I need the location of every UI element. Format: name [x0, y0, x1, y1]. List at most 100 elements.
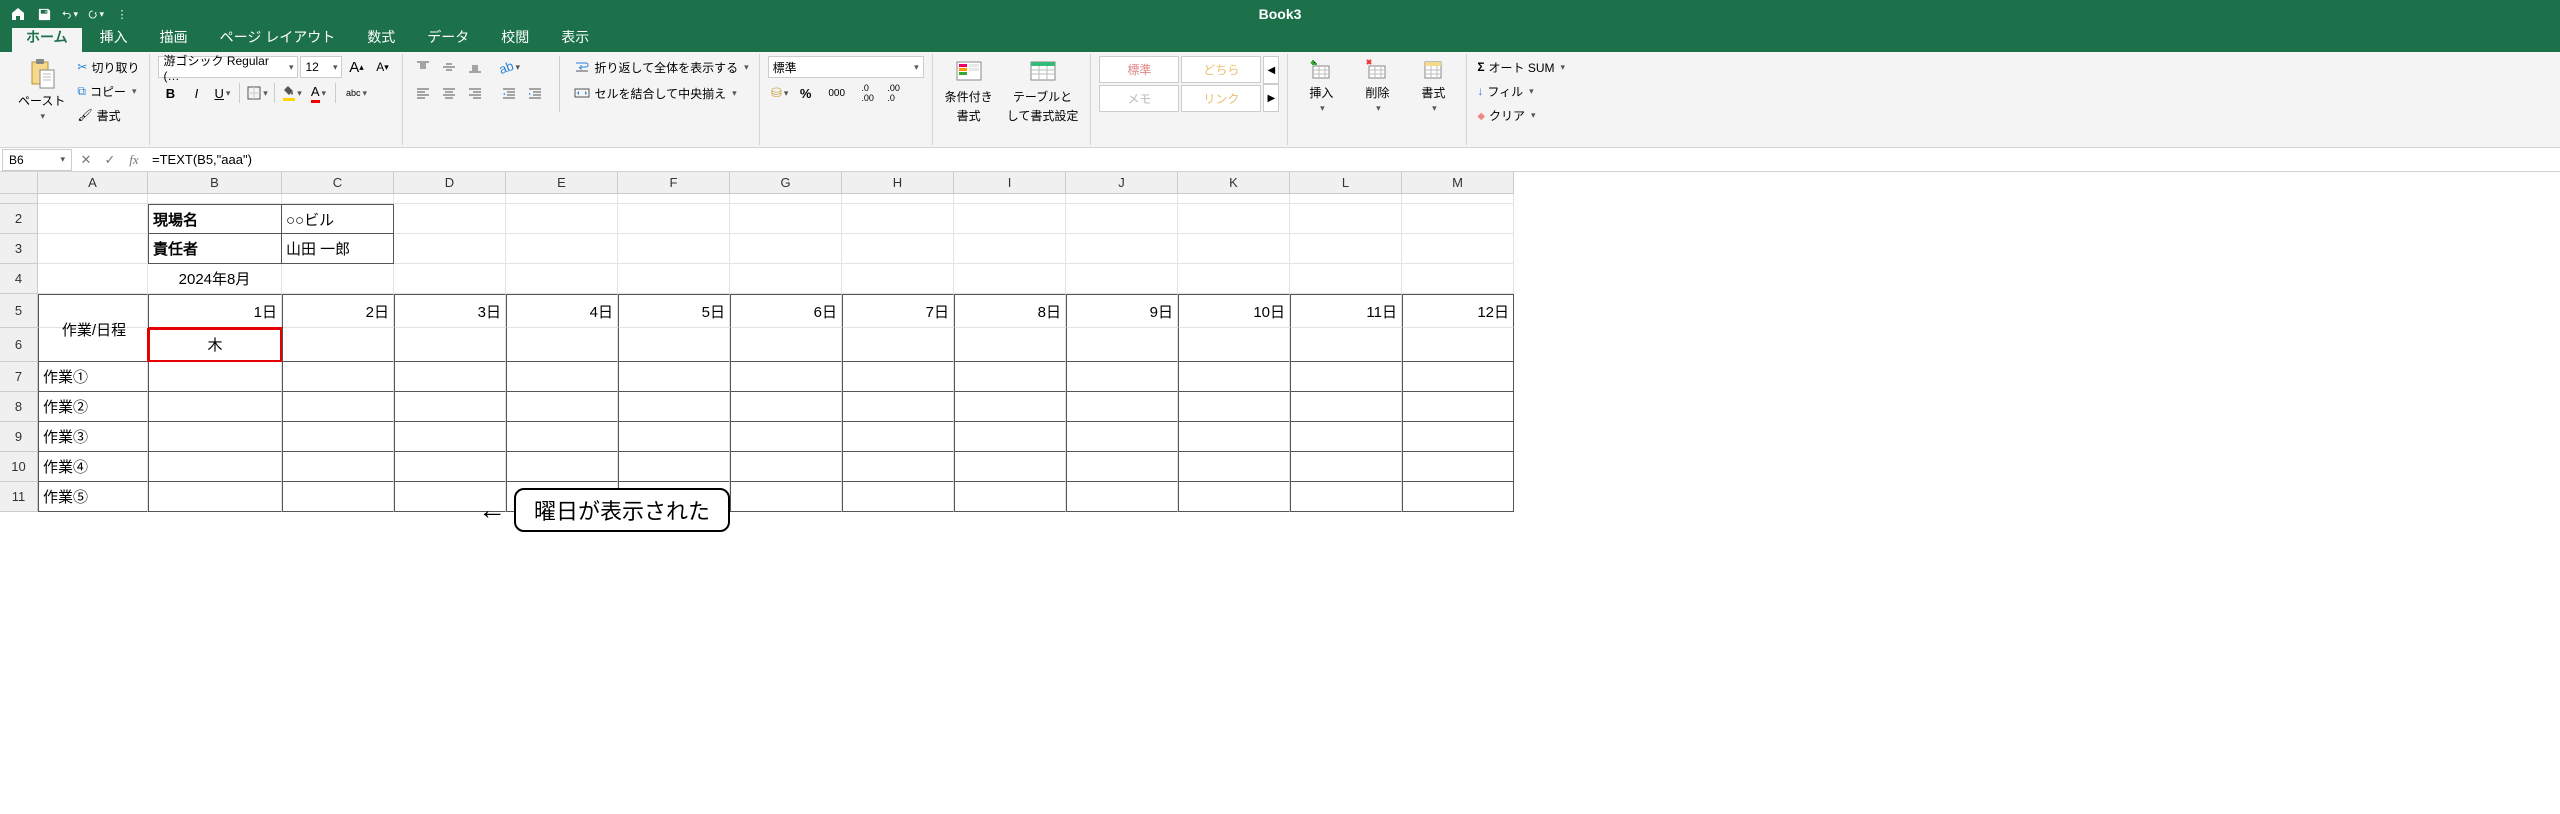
cell-B5[interactable]: 1日: [148, 294, 282, 328]
cell-L10[interactable]: [1290, 452, 1402, 482]
cell-D10[interactable]: [394, 452, 506, 482]
cell-I8[interactable]: [954, 392, 1066, 422]
cell-J2[interactable]: [1066, 204, 1178, 234]
cell-B7[interactable]: [148, 362, 282, 392]
italic-button[interactable]: I: [184, 82, 208, 104]
cell-A1[interactable]: [38, 194, 148, 204]
row-header-10[interactable]: 10: [0, 452, 38, 482]
cell-M6[interactable]: [1402, 328, 1514, 362]
cell-L5[interactable]: 11日: [1290, 294, 1402, 328]
col-header-B[interactable]: B: [148, 172, 282, 194]
comma-button[interactable]: 000: [820, 82, 854, 104]
format-painter-button[interactable]: 書式: [75, 104, 141, 126]
merge-center-button[interactable]: セルを結合して中央揃え▾: [572, 82, 750, 104]
cell-D3[interactable]: [394, 234, 506, 264]
cell-M7[interactable]: [1402, 362, 1514, 392]
cell-L7[interactable]: [1290, 362, 1402, 392]
cell-G1[interactable]: [730, 194, 842, 204]
align-left-button[interactable]: [411, 82, 435, 104]
cell-H1[interactable]: [842, 194, 954, 204]
home-icon[interactable]: [10, 6, 26, 22]
cell-K1[interactable]: [1178, 194, 1290, 204]
cell-D2[interactable]: [394, 204, 506, 234]
cell-D7[interactable]: [394, 362, 506, 392]
phonetic-button[interactable]: abc▾: [341, 82, 371, 104]
cell-C8[interactable]: [282, 392, 394, 422]
orientation-button[interactable]: ab▾: [497, 56, 521, 78]
cell-G4[interactable]: [730, 264, 842, 294]
cell-B8[interactable]: [148, 392, 282, 422]
cell-J7[interactable]: [1066, 362, 1178, 392]
copy-button[interactable]: コピー▾: [75, 80, 141, 102]
cell-I9[interactable]: [954, 422, 1066, 452]
cell-H11[interactable]: [842, 482, 954, 512]
cell-F9[interactable]: [618, 422, 730, 452]
font-size-select[interactable]: 12▾: [300, 56, 342, 78]
col-header-A[interactable]: A: [38, 172, 148, 194]
fx-button[interactable]: fx: [122, 149, 146, 171]
cell-E7[interactable]: [506, 362, 618, 392]
cell-D5[interactable]: 3日: [394, 294, 506, 328]
style-link[interactable]: リンク: [1181, 85, 1261, 112]
select-all-corner[interactable]: [0, 172, 38, 194]
font-color-button[interactable]: A▾: [306, 82, 330, 104]
cell-L3[interactable]: [1290, 234, 1402, 264]
number-format-select[interactable]: 標準▾: [768, 56, 924, 78]
cell-M8[interactable]: [1402, 392, 1514, 422]
cell-I11[interactable]: [954, 482, 1066, 512]
cell-A3[interactable]: [38, 234, 148, 264]
cell-B9[interactable]: [148, 422, 282, 452]
cell-E4[interactable]: [506, 264, 618, 294]
cell-C11[interactable]: [282, 482, 394, 512]
cell-L4[interactable]: [1290, 264, 1402, 294]
cell-M11[interactable]: [1402, 482, 1514, 512]
cell-H3[interactable]: [842, 234, 954, 264]
cell-C10[interactable]: [282, 452, 394, 482]
cell-M4[interactable]: [1402, 264, 1514, 294]
cell-C9[interactable]: [282, 422, 394, 452]
cell-K5[interactable]: 10日: [1178, 294, 1290, 328]
row-header-3[interactable]: 3: [0, 234, 38, 264]
conditional-format-button[interactable]: 条件付き 書式: [941, 56, 997, 126]
cell-L8[interactable]: [1290, 392, 1402, 422]
borders-button[interactable]: ▾: [245, 82, 269, 104]
insert-cells-button[interactable]: 挿入▾: [1296, 56, 1346, 116]
cell-L6[interactable]: [1290, 328, 1402, 362]
cell-M1[interactable]: [1402, 194, 1514, 204]
cell-K2[interactable]: [1178, 204, 1290, 234]
percent-button[interactable]: %: [794, 82, 818, 104]
cell-G2[interactable]: [730, 204, 842, 234]
cell-E3[interactable]: [506, 234, 618, 264]
cell-B10[interactable]: [148, 452, 282, 482]
cell-D8[interactable]: [394, 392, 506, 422]
cut-button[interactable]: 切り取り: [75, 56, 141, 78]
row-header-11[interactable]: 11: [0, 482, 38, 512]
redo-icon[interactable]: ▾: [88, 6, 104, 22]
col-header-F[interactable]: F: [618, 172, 730, 194]
cell-K7[interactable]: [1178, 362, 1290, 392]
cell-G3[interactable]: [730, 234, 842, 264]
col-header-C[interactable]: C: [282, 172, 394, 194]
cell-E9[interactable]: [506, 422, 618, 452]
cell-G7[interactable]: [730, 362, 842, 392]
cell-K10[interactable]: [1178, 452, 1290, 482]
col-header-J[interactable]: J: [1066, 172, 1178, 194]
bold-button[interactable]: B: [158, 82, 182, 104]
cell-J8[interactable]: [1066, 392, 1178, 422]
col-header-H[interactable]: H: [842, 172, 954, 194]
cell-G10[interactable]: [730, 452, 842, 482]
cell-M3[interactable]: [1402, 234, 1514, 264]
cell-L11[interactable]: [1290, 482, 1402, 512]
cell-A9[interactable]: 作業③: [38, 422, 148, 452]
cell-C2[interactable]: ○○ビル: [282, 204, 394, 234]
col-header-M[interactable]: M: [1402, 172, 1514, 194]
row-header-9[interactable]: 9: [0, 422, 38, 452]
cell-B2[interactable]: 現場名: [148, 204, 282, 234]
col-header-L[interactable]: L: [1290, 172, 1402, 194]
cell-A8[interactable]: 作業②: [38, 392, 148, 422]
cell-E6[interactable]: [506, 328, 618, 362]
format-cells-button[interactable]: 書式▾: [1408, 56, 1458, 116]
cell-E10[interactable]: [506, 452, 618, 482]
cell-I7[interactable]: [954, 362, 1066, 392]
col-header-E[interactable]: E: [506, 172, 618, 194]
